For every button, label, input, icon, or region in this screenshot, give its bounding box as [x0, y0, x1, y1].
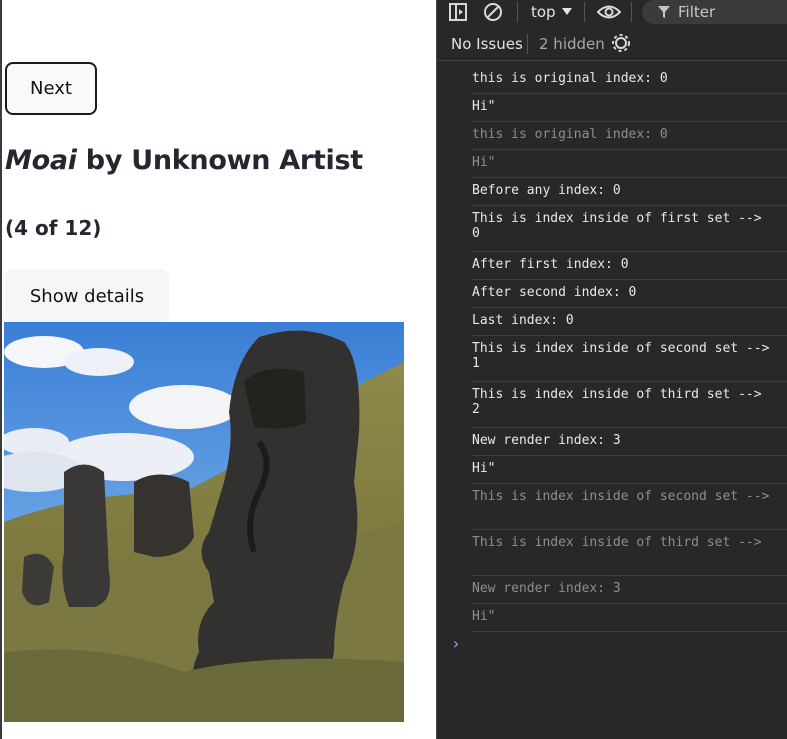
- console-message: Last index: 0: [472, 308, 787, 336]
- show-details-button[interactable]: Show details: [5, 269, 169, 323]
- filter-icon: [658, 6, 670, 18]
- gear-icon[interactable]: [611, 33, 631, 53]
- console-message: Hi": [472, 456, 787, 484]
- console-message: This is index inside of third set --> 2: [472, 382, 787, 428]
- toggle-sidebar-icon[interactable]: [449, 3, 467, 21]
- console-message: After first index: 0: [472, 252, 787, 280]
- context-label: top: [531, 3, 556, 21]
- filter-placeholder: Filter: [678, 3, 716, 21]
- console-prompt-icon[interactable]: ›: [451, 634, 461, 653]
- app-pane: Next Moai by Unknown Artist (4 of 12) Sh…: [0, 0, 436, 739]
- clear-console-icon[interactable]: [483, 2, 503, 22]
- console-message: This is index inside of second set --> 1: [472, 336, 787, 382]
- console-message: This is index inside of first set --> 0: [472, 206, 787, 252]
- eye-icon[interactable]: [597, 3, 621, 21]
- devtools-panel: top Filter No Issues 2 hidden this is or…: [436, 0, 787, 739]
- console-message: this is original index: 0: [472, 122, 787, 150]
- artwork-image: [4, 322, 404, 722]
- artwork-counter: (4 of 12): [5, 216, 102, 240]
- console-message: this is original index: 0: [472, 66, 787, 94]
- console-message: New render index: 3: [472, 428, 787, 456]
- toolbar-divider: [527, 34, 528, 54]
- console-message: This is index inside of second set -->: [472, 484, 787, 530]
- hidden-messages-count: 2 hidden: [539, 35, 605, 53]
- console-message: After second index: 0: [472, 280, 787, 308]
- artwork-name: Moai: [5, 145, 77, 176]
- artwork-title: Moai by Unknown Artist: [5, 145, 363, 176]
- console-message: Hi": [472, 604, 787, 632]
- console-message: Hi": [472, 150, 787, 178]
- toolbar-divider: [517, 2, 518, 22]
- issues-status[interactable]: No Issues: [451, 35, 523, 53]
- chevron-down-icon: [561, 8, 572, 15]
- console-message: This is index inside of third set -->: [472, 530, 787, 576]
- console-log: this is original index: 0 Hi" this is orig…: [472, 66, 787, 632]
- artwork-artist: by Unknown Artist: [76, 145, 363, 176]
- console-message: Hi": [472, 94, 787, 122]
- toolbar-divider: [631, 2, 632, 22]
- filter-input[interactable]: Filter: [642, 0, 787, 24]
- next-button[interactable]: Next: [5, 62, 97, 115]
- toolbar-divider: [584, 2, 585, 22]
- console-message: New render index: 3: [472, 576, 787, 604]
- toolbar-bottom-border: [437, 60, 787, 61]
- console-message: Before any index: 0: [472, 178, 787, 206]
- context-select[interactable]: top: [531, 0, 572, 24]
